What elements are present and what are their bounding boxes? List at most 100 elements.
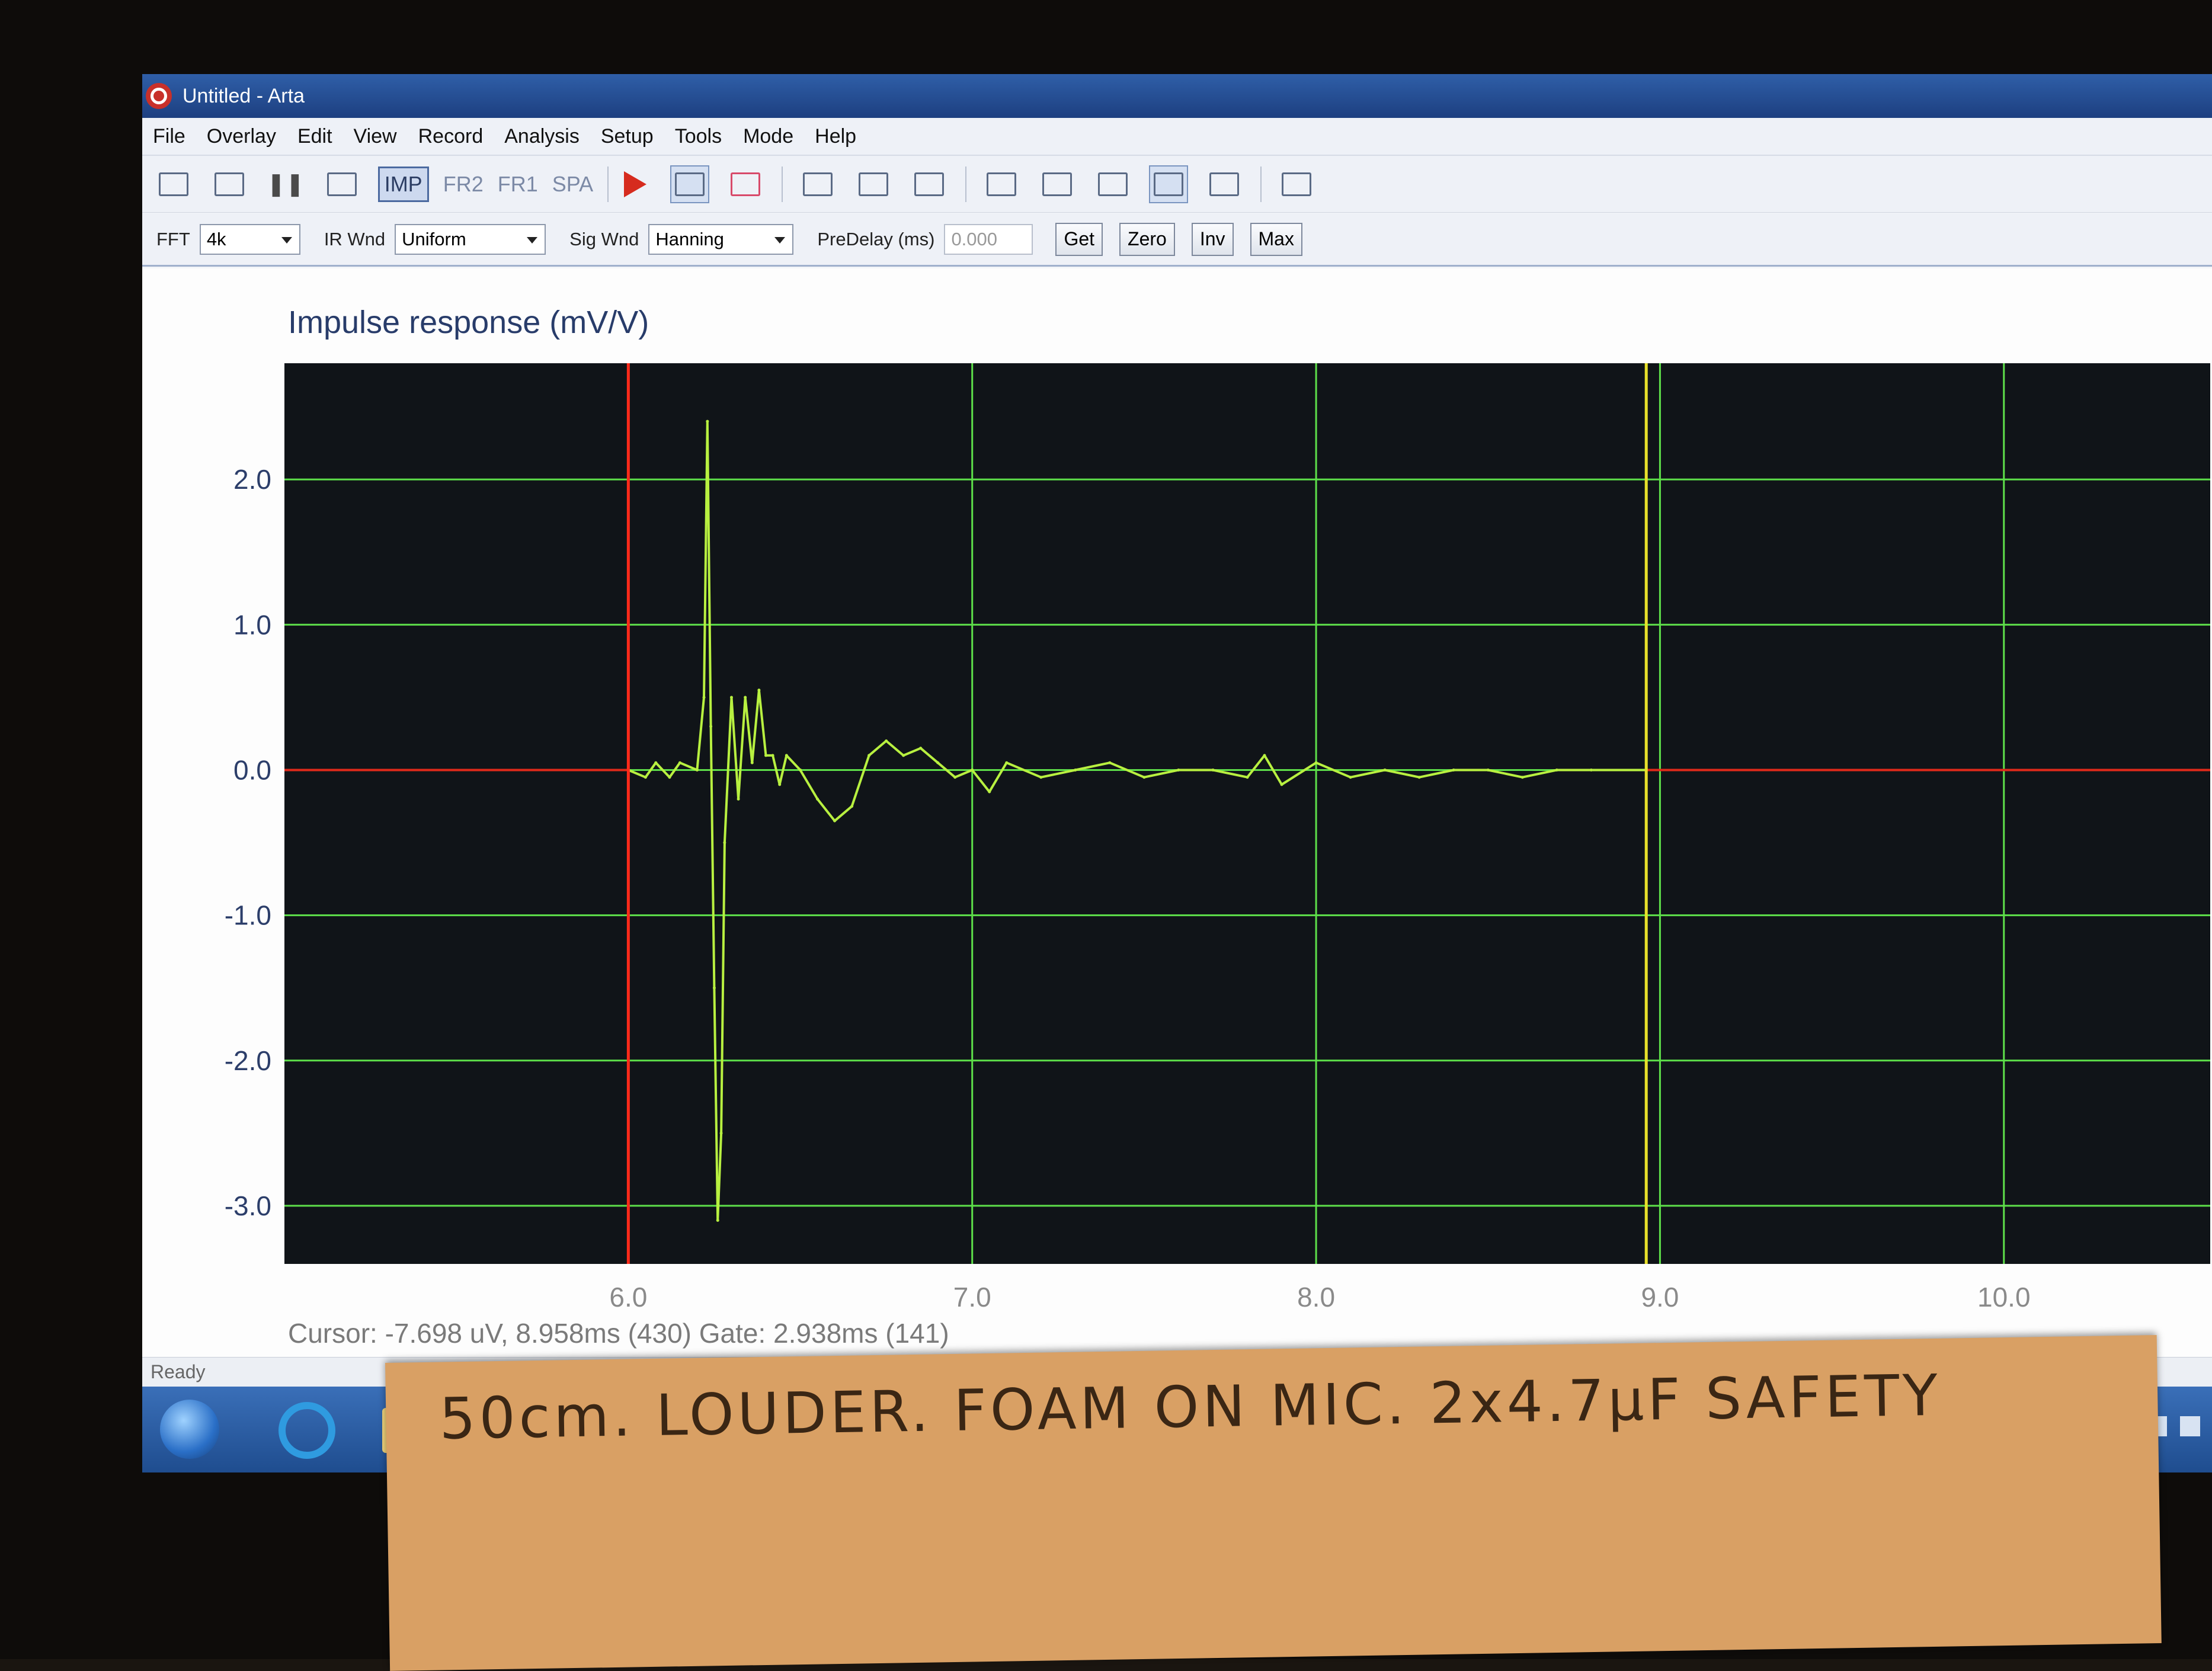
pause-button[interactable]: ❚❚ xyxy=(265,165,306,203)
data-point xyxy=(764,754,767,757)
toolbar-separator-4 xyxy=(1260,166,1262,202)
data-point xyxy=(709,725,713,728)
data-point xyxy=(729,696,733,699)
data-point xyxy=(654,761,658,764)
menu-file[interactable]: File xyxy=(142,125,196,148)
y-tick-label: 2.0 xyxy=(233,464,271,495)
y-tick-label: -1.0 xyxy=(225,900,271,931)
data-point xyxy=(1486,768,1490,772)
sti-button[interactable] xyxy=(1277,165,1316,203)
data-point xyxy=(1452,768,1455,772)
menu-setup[interactable]: Setup xyxy=(590,125,664,148)
etc-button[interactable] xyxy=(1038,165,1077,203)
y-tick-label: 0.0 xyxy=(233,754,271,785)
mode-fr1-button[interactable]: FR1 xyxy=(498,172,538,197)
data-point xyxy=(971,768,974,772)
sig-wnd-label: Sig Wnd xyxy=(569,228,639,249)
menu-analysis[interactable]: Analysis xyxy=(494,125,590,148)
data-point xyxy=(919,747,923,750)
etc-icon xyxy=(1042,172,1073,196)
data-point xyxy=(953,776,957,779)
fft-label: FFT xyxy=(156,228,190,249)
menu-view[interactable]: View xyxy=(343,125,408,148)
menu-tools[interactable]: Tools xyxy=(664,125,732,148)
mode-spa-button[interactable]: SPA xyxy=(552,172,593,197)
data-point xyxy=(1263,754,1266,757)
chart-title: Impulse response (mV/V) xyxy=(288,305,649,340)
ir-window-select[interactable]: Uniform xyxy=(395,223,546,255)
x-tick-label: 10.0 xyxy=(1977,1282,2031,1313)
data-point xyxy=(778,783,782,786)
tray-volume-icon[interactable] xyxy=(2180,1416,2200,1436)
cs-button[interactable] xyxy=(1149,165,1189,203)
fft-select[interactable]: 4k xyxy=(199,223,300,255)
data-point xyxy=(816,797,820,801)
max-button[interactable]: Max xyxy=(1250,222,1302,256)
data-point xyxy=(723,841,726,844)
menu-edit[interactable]: Edit xyxy=(287,125,343,148)
internet-explorer-icon[interactable] xyxy=(278,1402,335,1459)
fr-button[interactable] xyxy=(798,165,837,203)
data-point xyxy=(1005,761,1009,764)
dropdown-arrow-icon xyxy=(281,236,292,244)
mode-imp-button[interactable]: IMP xyxy=(377,166,429,202)
ed-button[interactable] xyxy=(1205,165,1244,203)
chart-panel: 6.0 7.0 8.0 9.0 10.0 2.0 1.0 0.0 -1.0 -2.0 -3.0 Im… xyxy=(142,268,2212,1382)
predelay-input[interactable]: 0.000 xyxy=(944,223,1033,255)
pause-icon: ❚❚ xyxy=(267,172,305,197)
edit-button[interactable] xyxy=(210,165,249,203)
status-text: Ready xyxy=(151,1361,206,1382)
start-button-icon[interactable] xyxy=(160,1400,219,1459)
data-point xyxy=(1142,776,1146,779)
data-point xyxy=(988,790,991,793)
cursor-readout: Cursor: -7.698 uV, 8.958ms (430) Gate: 2… xyxy=(288,1318,949,1349)
title-bar[interactable]: Untitled - Arta xyxy=(142,74,2212,118)
fr2-icon xyxy=(859,172,889,196)
record-play-icon[interactable] xyxy=(624,171,647,197)
mode-fr2-button[interactable]: FR2 xyxy=(443,172,484,197)
arta-app-icon xyxy=(146,83,172,109)
copy-icon xyxy=(159,172,188,196)
menu-overlay[interactable]: Overlay xyxy=(196,125,287,148)
handwritten-note-card: 50cm. LOUDER. FOAM ON MIC. 2x4.7µF SAFET… xyxy=(385,1335,2162,1671)
data-point xyxy=(737,797,740,801)
data-point xyxy=(785,754,788,757)
data-point xyxy=(833,819,837,822)
toolbar-separator-3 xyxy=(965,166,967,202)
data-point xyxy=(1314,761,1318,764)
data-point xyxy=(771,754,774,757)
data-point xyxy=(757,689,761,692)
invert-button[interactable]: Inv xyxy=(1191,222,1234,256)
signal-button[interactable] xyxy=(726,165,765,203)
dft-button[interactable] xyxy=(910,165,949,203)
open-file-button[interactable] xyxy=(154,165,193,203)
cs-icon xyxy=(1154,172,1184,196)
options-bar: FFT 4k IR Wnd Uniform Sig Wnd Hanning Pr… xyxy=(142,213,2212,267)
data-point xyxy=(1108,761,1112,764)
menu-help[interactable]: Help xyxy=(804,125,867,148)
data-point xyxy=(706,420,709,423)
data-point xyxy=(1349,776,1352,779)
rev-button[interactable] xyxy=(1093,165,1132,203)
fr2-plot-button[interactable] xyxy=(854,165,893,203)
zero-button[interactable]: Zero xyxy=(1119,222,1175,256)
signal-window-select[interactable]: Hanning xyxy=(648,223,794,255)
data-point xyxy=(695,768,699,772)
x-tick-label: 9.0 xyxy=(1641,1282,1679,1313)
data-point xyxy=(719,1131,723,1135)
data-point xyxy=(902,754,905,757)
x-tick-label: 7.0 xyxy=(953,1282,991,1313)
menu-mode[interactable]: Mode xyxy=(732,125,804,148)
impulse-response-chart[interactable]: 6.0 7.0 8.0 9.0 10.0 2.0 1.0 0.0 -1.0 -2.0 -3.0 xyxy=(142,268,2212,1359)
data-point xyxy=(867,754,871,757)
menu-record[interactable]: Record xyxy=(408,125,494,148)
step-button[interactable] xyxy=(982,165,1021,203)
data-point xyxy=(1589,768,1593,772)
sti-icon xyxy=(1282,172,1312,196)
gen-button[interactable] xyxy=(670,165,710,203)
data-point xyxy=(799,768,802,772)
pen-icon xyxy=(215,172,244,196)
grid-button[interactable] xyxy=(322,165,361,203)
data-point xyxy=(885,739,888,742)
get-button[interactable]: Get xyxy=(1055,222,1103,256)
